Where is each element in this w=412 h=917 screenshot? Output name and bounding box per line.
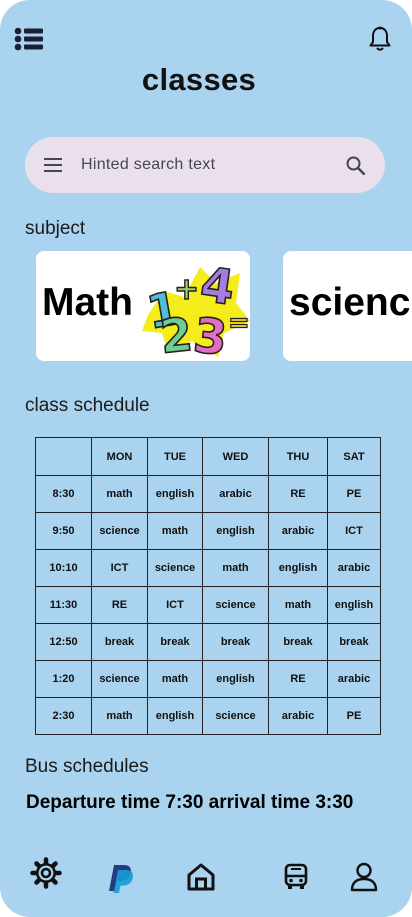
table-cell: english <box>202 660 269 698</box>
table-cell: arabic <box>202 475 269 513</box>
svg-text:=: = <box>228 308 250 338</box>
table-row: 9:50 science math english arabic ICT <box>35 512 381 550</box>
table-row: 1:20 science math english RE arabic <box>35 660 381 698</box>
table-cell: break <box>147 623 203 661</box>
table-header-cell: WED <box>202 437 269 476</box>
table-cell: arabic <box>268 512 328 550</box>
table-cell: english <box>268 549 328 587</box>
table-row: 8:30 math english arabic RE PE <box>35 475 381 513</box>
table-cell: english <box>327 586 381 624</box>
table-header-cell: SAT <box>327 437 381 476</box>
table-cell: science <box>147 549 203 587</box>
home-icon[interactable] <box>186 862 216 892</box>
subject-card-math[interactable]: Math 1 + 4 2 3 = <box>36 251 250 361</box>
table-cell: break <box>91 623 148 661</box>
table-header-row: MON TUE WED THU SAT <box>35 437 381 476</box>
table-cell: math <box>147 512 203 550</box>
svg-text:+: + <box>174 272 199 307</box>
table-header-cell: MON <box>91 437 148 476</box>
subject-card-label: Math <box>42 281 133 324</box>
svg-text:2: 2 <box>157 307 194 359</box>
gear-icon[interactable] <box>30 857 62 889</box>
time-cell: 2:30 <box>35 697 92 735</box>
table-cell: math <box>91 475 148 513</box>
table-cell: PE <box>327 697 381 735</box>
table-cell: RE <box>268 660 328 698</box>
bus-icon[interactable] <box>284 863 308 891</box>
table-cell: arabic <box>327 660 381 698</box>
page-title: classes <box>141 62 257 97</box>
table-cell: math <box>268 586 328 624</box>
table-cell: break <box>268 623 328 661</box>
table-cell: english <box>147 697 203 735</box>
table-cell: break <box>327 623 381 661</box>
table-cell: science <box>91 512 148 550</box>
table-row: 12:50 break break break break break <box>35 623 381 661</box>
bus-schedules-heading: Bus schedules <box>25 756 149 777</box>
paypal-icon[interactable] <box>105 862 137 894</box>
bell-icon[interactable] <box>368 26 392 52</box>
time-cell: 10:10 <box>35 549 92 587</box>
table-cell: math <box>147 660 203 698</box>
subject-card-science[interactable]: science <box>283 251 412 361</box>
table-cell: arabic <box>327 549 381 587</box>
numbers-illustration: 1 + 4 2 3 = <box>142 256 250 359</box>
table-cell: RE <box>268 475 328 513</box>
table-cell: science <box>202 697 269 735</box>
table-row: 10:10 ICT science math english arabic <box>35 549 381 587</box>
table-cell: break <box>202 623 269 661</box>
table-header-cell: THU <box>268 437 328 476</box>
table-cell: PE <box>327 475 381 513</box>
app-screen: classes subject Math 1 + 4 2 3 = science… <box>0 0 412 917</box>
table-cell: english <box>147 475 203 513</box>
table-cell: arabic <box>268 697 328 735</box>
table-cell: math <box>202 549 269 587</box>
bottom-nav <box>0 845 412 917</box>
table-cell: math <box>91 697 148 735</box>
table-header-cell <box>35 437 92 476</box>
table-cell: ICT <box>147 586 203 624</box>
class-schedule-heading: class schedule <box>25 395 150 416</box>
time-cell: 1:20 <box>35 660 92 698</box>
hamburger-icon[interactable] <box>44 158 62 172</box>
time-cell: 9:50 <box>35 512 92 550</box>
search-bar[interactable] <box>25 137 385 193</box>
time-cell: 12:50 <box>35 623 92 661</box>
subject-card-label: science <box>289 281 412 324</box>
table-header-cell: TUE <box>147 437 203 476</box>
table-cell: ICT <box>91 549 148 587</box>
table-cell: science <box>202 586 269 624</box>
subject-heading: subject <box>25 218 86 239</box>
table-cell: english <box>202 512 269 550</box>
table-row: 11:30 RE ICT science math english <box>35 586 381 624</box>
time-cell: 8:30 <box>35 475 92 513</box>
table-cell: science <box>91 660 148 698</box>
svg-text:3: 3 <box>191 307 230 359</box>
table-cell: RE <box>91 586 148 624</box>
table-row: 2:30 math english science arabic PE <box>35 697 381 735</box>
search-input[interactable] <box>81 137 331 193</box>
class-schedule-table: MON TUE WED THU SAT 8:30 math english ar… <box>35 437 381 735</box>
list-icon[interactable] <box>14 27 44 51</box>
time-cell: 11:30 <box>35 586 92 624</box>
user-icon[interactable] <box>350 862 378 892</box>
magnifier-icon[interactable] <box>346 156 365 175</box>
bus-times: Departure time 7:30 arrival time 3:30 <box>26 792 354 813</box>
table-cell: ICT <box>327 512 381 550</box>
